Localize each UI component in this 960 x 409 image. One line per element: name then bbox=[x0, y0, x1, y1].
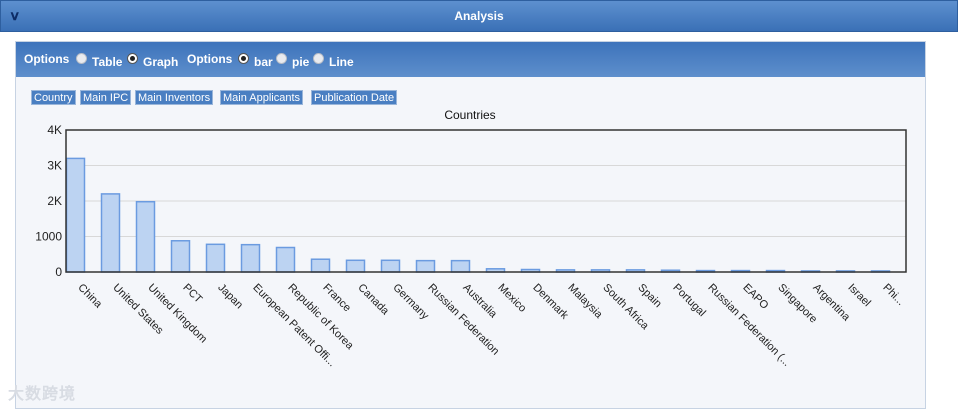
x-tick-labels: China United StatesUnited KingdomPCT Japan… bbox=[75, 282, 906, 369]
bar[interactable] bbox=[415, 259, 436, 273]
x-tick-label: PCT bbox=[180, 282, 204, 306]
x-tick-label: Mexico bbox=[495, 282, 528, 315]
bar[interactable] bbox=[345, 259, 366, 273]
y-tick-label: 1000 bbox=[35, 230, 62, 244]
x-tick-label: Canada bbox=[355, 282, 391, 318]
y-tick-label: 3K bbox=[47, 159, 62, 173]
chart-svg: Countries 010002K3K4K China United States… bbox=[35, 108, 907, 369]
x-tick-label: France bbox=[320, 282, 353, 315]
bar[interactable] bbox=[310, 258, 331, 273]
grid-lines bbox=[66, 165, 906, 237]
bar[interactable] bbox=[380, 259, 401, 273]
x-tick-label: Israel bbox=[845, 282, 873, 310]
bar[interactable] bbox=[450, 259, 471, 273]
bar[interactable] bbox=[135, 200, 156, 273]
x-tick-label: Republic of Korea bbox=[285, 282, 356, 353]
x-tick-label: Denmark bbox=[530, 282, 570, 322]
bar[interactable] bbox=[170, 240, 191, 273]
x-tick-label: Japan bbox=[215, 282, 245, 312]
watermark-logo: 大数跨境 bbox=[8, 386, 77, 403]
y-tick-label: 4K bbox=[47, 123, 62, 137]
bar[interactable] bbox=[275, 246, 296, 273]
bar[interactable] bbox=[100, 193, 121, 273]
x-tick-label: Spain bbox=[635, 282, 663, 310]
bars bbox=[65, 157, 891, 273]
countries-chart: Countries 0 1000 2K 3K 4K China United States… bbox=[0, 0, 960, 409]
x-tick-label: Malaysia bbox=[565, 282, 605, 322]
x-tick-label: EAPO bbox=[740, 282, 770, 312]
x-tick-label: Phi... bbox=[880, 282, 906, 308]
bar[interactable] bbox=[65, 157, 86, 273]
x-tick-label: Germany bbox=[390, 282, 431, 323]
y-tick-label: 0 bbox=[55, 265, 62, 279]
chart-title: Countries bbox=[444, 108, 495, 122]
y-tick-labels: 0 1000 2K 3K 4K bbox=[35, 123, 62, 279]
x-tick-label: China bbox=[75, 282, 104, 311]
bar[interactable] bbox=[205, 243, 226, 273]
x-tick-label: Portugal bbox=[670, 282, 707, 319]
y-tick-label: 2K bbox=[47, 194, 62, 208]
bar[interactable] bbox=[240, 243, 261, 273]
